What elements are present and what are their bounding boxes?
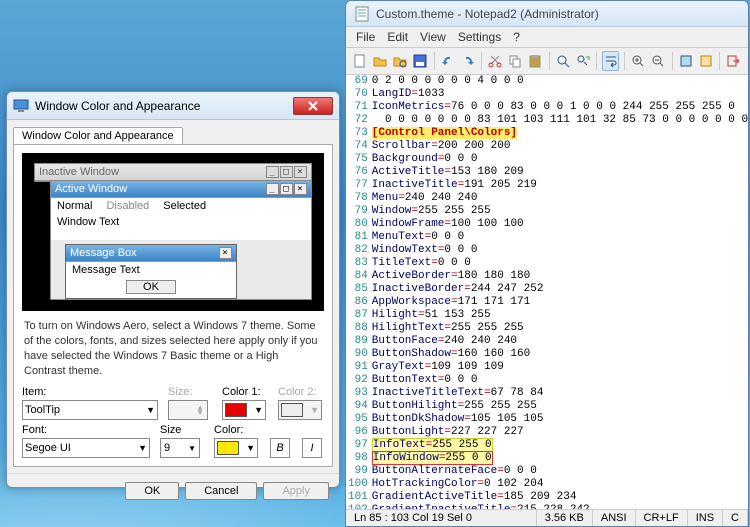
chevron-down-icon: ▼ (254, 405, 263, 415)
save-icon[interactable] (412, 51, 429, 71)
preview-tab-normal: Normal (57, 200, 92, 212)
close-icon (308, 101, 318, 111)
preview-inactive-title: Inactive Window (39, 166, 119, 178)
chevron-down-icon: ▼ (138, 443, 147, 453)
item-select[interactable]: ToolTip ▼ (22, 400, 158, 420)
chevron-down-icon: ▼ (146, 405, 155, 415)
window-controls-icon: _□× (266, 183, 307, 195)
instructions-text: To turn on Windows Aero, select a Window… (24, 319, 322, 378)
menu-bar: File Edit View Settings? (346, 27, 748, 48)
monitor-icon (13, 98, 29, 114)
zoom-out-icon[interactable] (650, 51, 667, 71)
new-file-icon[interactable] (352, 51, 369, 71)
find-icon[interactable] (555, 51, 572, 71)
font-value: Segoe UI (25, 442, 71, 454)
notepad-icon (354, 6, 370, 22)
dialog-title: Window Color and Appearance (35, 99, 200, 113)
copy-icon[interactable] (507, 51, 524, 71)
color1-picker[interactable]: ▼ (222, 400, 266, 420)
status-extra: C (723, 510, 748, 526)
tab-window-color[interactable]: Window Color and Appearance (13, 127, 183, 144)
apply-button[interactable]: Apply (263, 482, 329, 500)
preview-ok-button[interactable]: OK (126, 280, 176, 294)
editor-area[interactable]: 69 70 71 72 73 74 75 76 77 78 79 80 81 8… (346, 75, 748, 509)
preview-msgbox-title: Message Box (70, 247, 137, 259)
open-icon[interactable] (372, 51, 389, 71)
preview-active-title: Active Window (55, 183, 127, 195)
status-bar: Ln 85 : 103 Col 19 Sel 0 3.56 KB ANSI CR… (346, 509, 748, 526)
chevron-down-icon: ▼ (246, 443, 255, 453)
menu-?[interactable]: ? (513, 30, 520, 44)
preview-tab-disabled: Disabled (106, 200, 149, 212)
preview-tab-selected: Selected (163, 200, 206, 212)
code-content[interactable]: 0 2 0 0 0 0 0 0 4 0 0 0 LangID=1033 Icon… (372, 75, 748, 509)
menu-view[interactable]: View (420, 30, 446, 44)
notepad2-window: Custom.theme - Notepad2 (Administrator) … (345, 0, 749, 527)
item-label: Item: (22, 386, 158, 398)
line-gutter: 69 70 71 72 73 74 75 76 77 78 79 80 81 8… (346, 75, 372, 509)
bold-button[interactable]: B (270, 438, 290, 458)
tab-panel: Inactive Window _□× Active Window _□× No… (13, 144, 333, 467)
size-spinner: ▲▼ (168, 400, 208, 420)
menu-edit[interactable]: Edit (387, 30, 408, 44)
color1-chip (225, 403, 247, 417)
fontsize-spinner[interactable]: 9 ▼ (160, 438, 200, 458)
zoom-in-icon[interactable] (630, 51, 647, 71)
color2-label: Color 2: (278, 386, 324, 398)
fontcolor-chip (217, 441, 239, 455)
chevron-down-icon: ▼ (188, 446, 196, 451)
color2-chip (281, 403, 303, 417)
fontsize-label: Size (160, 424, 204, 436)
close-icon: × (219, 247, 232, 259)
font-label: Font: (22, 424, 150, 436)
status-encoding[interactable]: ANSI (593, 510, 636, 526)
menu-file[interactable]: File (356, 30, 375, 44)
dialog-titlebar[interactable]: Window Color and Appearance (7, 92, 339, 120)
status-position: Ln 85 : 103 Col 19 Sel 0 (346, 510, 537, 526)
status-eol[interactable]: CR+LF (636, 510, 688, 526)
preview-message-text: Message Text (66, 262, 236, 278)
color1-label: Color 1: (222, 386, 268, 398)
wordwrap-icon[interactable] (602, 51, 619, 71)
notepad-titlebar[interactable]: Custom.theme - Notepad2 (Administrator) (346, 1, 748, 27)
menu-settings[interactable]: Settings (458, 30, 501, 44)
preview-window-text: Window Text (51, 214, 311, 240)
size-label: Size: (168, 386, 212, 398)
window-controls-icon: _□× (266, 166, 307, 178)
color2-picker: ▼ (278, 400, 322, 420)
preview-area: Inactive Window _□× Active Window _□× No… (22, 153, 324, 311)
toolbar (346, 48, 748, 75)
item-value: ToolTip (25, 404, 60, 416)
window-color-dialog: Window Color and Appearance Window Color… (6, 91, 340, 488)
redo-icon[interactable] (459, 51, 476, 71)
chevron-down-icon: ▼ (310, 405, 319, 415)
status-size: 3.56 KB (537, 510, 593, 526)
notepad-title: Custom.theme - Notepad2 (Administrator) (376, 7, 599, 21)
explore-icon[interactable] (392, 51, 409, 71)
fontcolor-picker[interactable]: ▼ (214, 438, 258, 458)
paste-icon[interactable] (527, 51, 544, 71)
cancel-button[interactable]: Cancel (185, 482, 257, 500)
scheme-icon[interactable] (677, 51, 694, 71)
ok-button[interactable]: OK (125, 482, 179, 500)
spinner-icon: ▲▼ (196, 405, 204, 415)
replace-icon[interactable] (574, 51, 591, 71)
font-select[interactable]: Segoe UI ▼ (22, 438, 150, 458)
undo-icon[interactable] (439, 51, 456, 71)
italic-button[interactable]: I (302, 438, 322, 458)
preview-active-window[interactable]: Active Window _□× Normal Disabled Select… (50, 180, 312, 300)
customize-icon[interactable] (697, 51, 714, 71)
close-button[interactable] (293, 97, 333, 115)
status-insert[interactable]: INS (688, 510, 723, 526)
exit-icon[interactable] (725, 51, 742, 71)
fontsize-value: 9 (164, 442, 170, 454)
preview-message-box[interactable]: Message Box × Message Text OK (65, 244, 237, 299)
fontcolor-label: Color: (214, 424, 260, 436)
cut-icon[interactable] (487, 51, 504, 71)
